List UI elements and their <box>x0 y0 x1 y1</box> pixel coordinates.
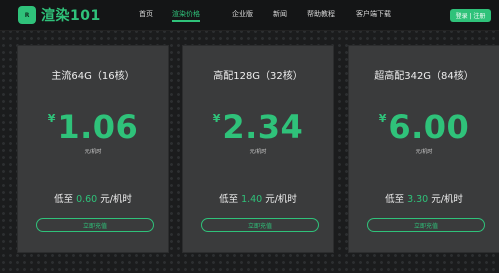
nav-item-help[interactable]: 帮助教程 <box>307 9 335 19</box>
price: ¥2.34 <box>183 108 333 146</box>
nav-item-client-download[interactable]: 客户端下载 <box>356 9 391 19</box>
card-title: 超高配342G（84核） <box>374 71 474 82</box>
price-value: 1.06 <box>57 108 139 146</box>
currency-symbol: ¥ <box>212 112 221 125</box>
login-register-button[interactable]: 登录 | 注册 <box>450 9 491 22</box>
lowest-value: 1.40 <box>241 194 263 205</box>
price-value: 2.34 <box>222 108 304 146</box>
pricing-card-ultra: 超高配342G（84核） ¥6.00 元/机时 低至 3.30 元/机时 立即充值 <box>349 46 499 252</box>
lowest-value: 0.60 <box>76 194 98 205</box>
lowest-suffix: 元/机时 <box>100 194 132 205</box>
top-navigation-bar: R 渲染101 首页 渲染价格 企业版 新闻 帮助教程 客户端下载 登录 | 注… <box>0 0 499 31</box>
nav-item-pricing[interactable]: 渲染价格 <box>172 9 200 22</box>
price: ¥1.06 <box>18 108 168 146</box>
nav-item-home[interactable]: 首页 <box>139 9 153 19</box>
lowest-suffix: 元/机时 <box>265 194 297 205</box>
pricing-card-standard: 主流64G（16核） ¥1.06 元/机时 低至 0.60 元/机时 立即充值 <box>18 46 168 252</box>
nav-item-news[interactable]: 新闻 <box>273 9 287 19</box>
pricing-card-high: 高配128G（32核） ¥2.34 元/机时 低至 1.40 元/机时 立即充值 <box>183 46 333 252</box>
price-unit: 元/机时 <box>415 149 433 155</box>
nav-item-pricing-label: 渲染价格 <box>172 10 200 18</box>
lowest-prefix: 低至 <box>54 194 74 205</box>
card-title: 高配128G（32核） <box>213 71 303 82</box>
price-unit: 元/机时 <box>249 149 267 155</box>
price-value: 6.00 <box>388 108 470 146</box>
lowest-price: 低至 1.40 元/机时 <box>183 191 333 205</box>
lowest-prefix: 低至 <box>219 194 239 205</box>
price: ¥6.00 <box>349 108 499 146</box>
currency-symbol: ¥ <box>378 112 387 125</box>
active-nav-indicator <box>172 20 200 22</box>
card-title: 主流64G（16核） <box>51 71 135 82</box>
recharge-button[interactable]: 立即充值 <box>367 218 485 232</box>
lowest-price: 低至 0.60 元/机时 <box>18 191 168 205</box>
currency-symbol: ¥ <box>47 112 56 125</box>
recharge-button[interactable]: 立即充值 <box>201 218 319 232</box>
lowest-price: 低至 3.30 元/机时 <box>349 191 499 205</box>
lowest-suffix: 元/机时 <box>431 194 463 205</box>
main-nav: 首页 渲染价格 企业版 新闻 帮助教程 客户端下载 <box>0 9 499 23</box>
price-unit: 元/机时 <box>84 149 102 155</box>
lowest-value: 3.30 <box>407 194 429 205</box>
lowest-prefix: 低至 <box>385 194 405 205</box>
recharge-button[interactable]: 立即充值 <box>36 218 154 232</box>
nav-item-enterprise[interactable]: 企业版 <box>232 9 253 19</box>
